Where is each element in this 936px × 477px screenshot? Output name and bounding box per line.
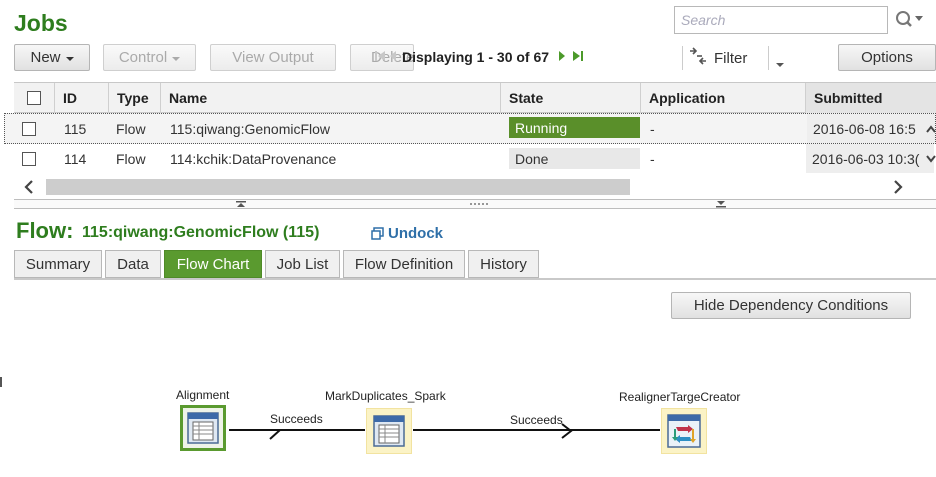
detail-title-label: Flow: [16, 218, 74, 243]
column-header-name[interactable]: Name [161, 83, 501, 113]
panel-edge-marker [0, 377, 2, 387]
cell-application: - [650, 150, 655, 167]
select-all-cell [14, 83, 55, 113]
status-badge: Done [509, 148, 640, 169]
first-page-icon[interactable] [374, 49, 388, 66]
column-header-application[interactable]: Application [641, 83, 806, 113]
control-button-label: Control [118, 49, 168, 66]
flow-edge-label: Succeeds [270, 412, 323, 426]
detail-flow-name: 115:qiwang:GenomicFlow (115) [82, 224, 320, 241]
pane-splitter[interactable] [14, 199, 936, 209]
tab-history[interactable]: History [468, 250, 539, 278]
tab-job-list[interactable]: Job List [265, 250, 340, 278]
hide-dependency-label: Hide Dependency Conditions [693, 297, 889, 314]
page-title: Jobs [14, 10, 68, 36]
flow-node-alignment[interactable] [180, 405, 226, 451]
cell-name: 115:qiwang:GenomicFlow [170, 120, 331, 137]
drag-handle-icon[interactable] [469, 202, 489, 206]
cycle-icon [667, 414, 701, 448]
cell-submitted: 2016-06-08 16:5 [807, 114, 935, 143]
tab-summary[interactable]: Summary [14, 250, 102, 278]
scroll-right-icon[interactable] [892, 180, 904, 197]
column-header-type[interactable]: Type [109, 83, 161, 113]
flow-edge-label: Succeeds [510, 413, 563, 427]
tab-flow-definition[interactable]: Flow Definition [343, 250, 465, 278]
options-button[interactable]: Options [838, 44, 936, 71]
last-page-icon[interactable] [571, 49, 585, 66]
cell-id: 115 [64, 120, 87, 137]
grid-header: ID Type Name State Application Submitted [14, 82, 936, 113]
view-output-button[interactable]: View Output [210, 44, 336, 71]
row-checkbox[interactable] [22, 151, 36, 166]
search-input[interactable] [674, 6, 888, 34]
select-all-checkbox[interactable] [27, 91, 41, 105]
table-row[interactable]: 115 Flow 115:qiwang:GenomicFlow Running … [4, 113, 936, 144]
row-checkbox-cell [22, 144, 42, 173]
scrollbar-thumb[interactable] [46, 179, 630, 195]
options-label: Options [861, 49, 913, 66]
detail-tabs: Summary Data Flow Chart Job List Flow De… [14, 250, 936, 280]
cell-type: Flow [116, 150, 146, 167]
scroll-left-icon[interactable] [23, 180, 35, 197]
column-header-submitted[interactable]: Submitted [806, 83, 936, 113]
new-button[interactable]: New [14, 44, 90, 71]
flow-node-realigner[interactable] [661, 408, 707, 454]
filter-menu-chevron-icon[interactable] [776, 54, 784, 70]
pagination-bar: Displaying 1 - 30 of 67 [352, 43, 622, 71]
flow-node-markduplicates[interactable] [366, 408, 412, 454]
undock-label: Undock [388, 225, 444, 242]
table-icon [373, 415, 405, 447]
status-badge: Running [509, 117, 640, 138]
scroll-down-icon[interactable] [926, 152, 936, 168]
search-options-icon[interactable] [894, 9, 924, 29]
cell-name: 114:kchik:DataProvenance [170, 150, 337, 167]
table-row[interactable]: 114 Flow 114:kchik:DataProvenance Done -… [4, 144, 936, 175]
flow-edge-arrow [561, 423, 573, 439]
table-icon [187, 412, 219, 444]
chevron-down-icon [172, 56, 181, 61]
horizontal-scrollbar[interactable] [14, 177, 936, 197]
flow-node-label: RealignerTargeCreator [619, 390, 741, 404]
chevron-down-icon [65, 56, 74, 61]
flow-node-label: Alignment [176, 388, 230, 402]
flow-node-label: MarkDuplicates_Spark [325, 389, 446, 403]
undock-icon [371, 227, 384, 240]
filter-label: Filter [714, 49, 748, 67]
column-header-state[interactable]: State [501, 83, 641, 113]
row-checkbox-cell [22, 114, 42, 143]
collapse-down-icon[interactable] [715, 200, 727, 208]
undock-link[interactable]: Undock [371, 225, 443, 242]
paging-status: Displaying 1 - 30 of 67 [402, 49, 550, 65]
cell-submitted: 2016-06-03 10:3( [806, 144, 934, 173]
flow-edge-arrow [269, 429, 281, 440]
collapse-up-icon[interactable] [235, 200, 247, 208]
row-checkbox[interactable] [22, 121, 36, 136]
divider [768, 46, 769, 70]
hide-dependency-conditions-button[interactable]: Hide Dependency Conditions [671, 292, 911, 319]
cell-type: Flow [116, 120, 146, 137]
view-output-label: View Output [232, 49, 314, 66]
filter-icon [688, 47, 708, 69]
cell-application: - [650, 120, 655, 137]
cell-id: 114 [64, 150, 87, 167]
next-page-icon[interactable] [557, 49, 567, 66]
scroll-up-icon[interactable] [926, 122, 936, 138]
divider [682, 46, 683, 70]
column-header-id[interactable]: ID [55, 83, 109, 113]
control-button[interactable]: Control [103, 44, 196, 71]
tab-data[interactable]: Data [105, 250, 161, 278]
prev-page-icon[interactable] [388, 49, 398, 66]
new-button-label: New [30, 49, 61, 66]
tab-flow-chart[interactable]: Flow Chart [164, 250, 262, 278]
